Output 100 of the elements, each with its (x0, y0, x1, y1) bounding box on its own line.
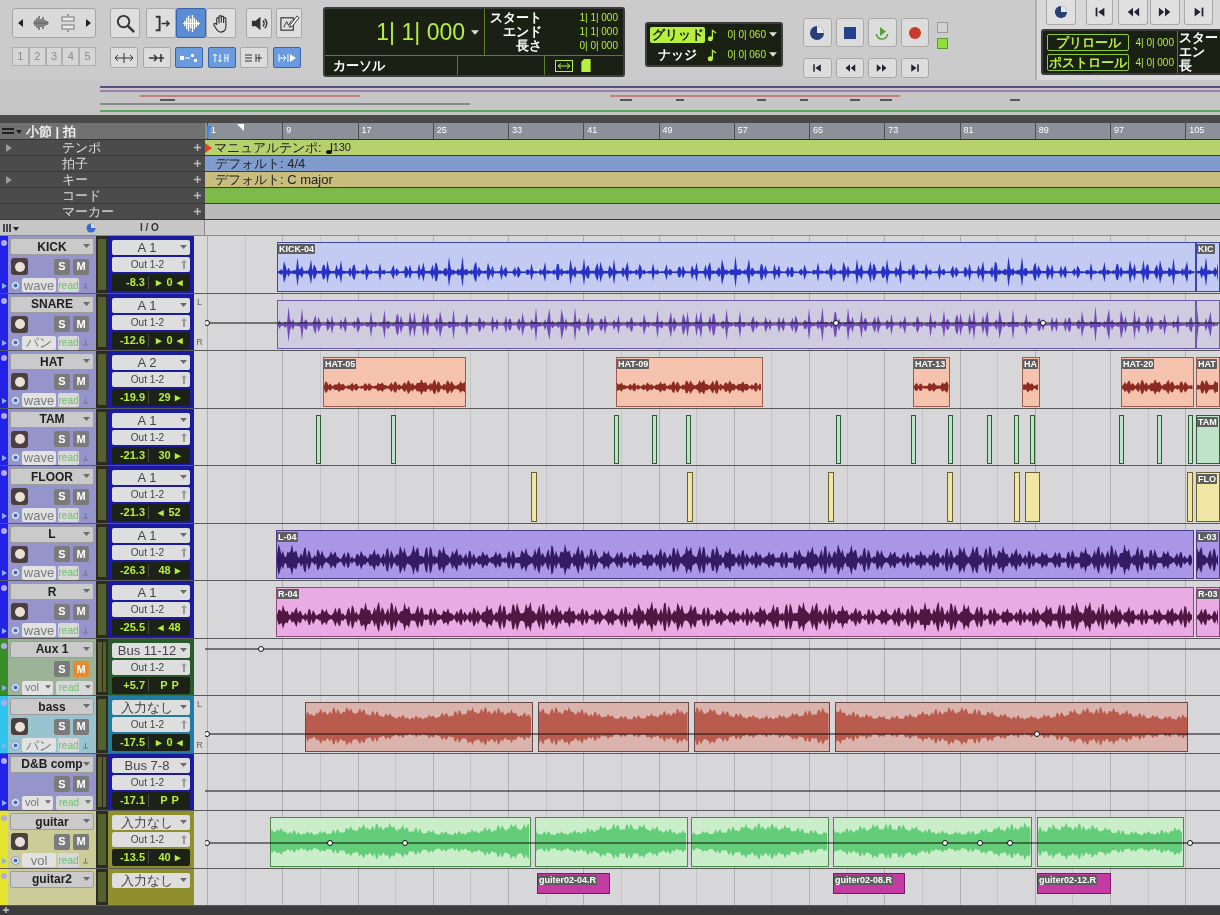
plus-icon[interactable] (194, 208, 201, 215)
toggle-button[interactable] (272, 47, 301, 68)
record-button[interactable] (900, 18, 929, 47)
input-selector[interactable]: 入力なし (112, 815, 190, 830)
trim-tool-button[interactable] (146, 8, 176, 38)
audio-clip[interactable]: FLO (1196, 472, 1220, 522)
track-name-button[interactable]: HAT (10, 353, 94, 370)
plus-icon[interactable] (194, 160, 201, 167)
record-enable-button[interactable] (11, 315, 28, 333)
audio-clip[interactable]: HAT-05 (323, 357, 466, 407)
output-selector[interactable]: Out 1-2 (112, 659, 190, 675)
breakpoint-icon[interactable] (1007, 840, 1013, 846)
breakpoint-icon[interactable] (205, 840, 210, 846)
go-to-end-button[interactable] (1184, 0, 1213, 25)
breakpoint-icon[interactable] (977, 840, 983, 846)
mute-button[interactable]: M (73, 603, 89, 620)
zoom-tool-button[interactable] (110, 8, 140, 38)
output-selector[interactable]: Out 1-2 (112, 832, 190, 847)
circle-icon[interactable] (11, 568, 20, 578)
breakpoint-icon[interactable] (327, 840, 333, 846)
input-selector[interactable]: A 1 (112, 297, 190, 313)
expand-triangle-icon[interactable] (1, 455, 7, 461)
circle-icon[interactable] (1, 355, 7, 361)
output-selector[interactable]: Out 1-2 (112, 602, 190, 617)
circle-icon[interactable] (1, 470, 7, 476)
nudge-mode-button[interactable]: ナッジ (650, 46, 705, 63)
audio-clip[interactable] (1030, 414, 1035, 464)
input-selector[interactable]: A 1 (112, 470, 190, 485)
audio-clip[interactable] (687, 472, 693, 522)
input-selector[interactable]: 入力なし (112, 872, 190, 888)
automation-view-button[interactable]: wave (22, 565, 56, 580)
automation-view-button[interactable]: wave (22, 450, 56, 465)
end-marker-icon[interactable] (237, 124, 244, 131)
audio-clip[interactable]: R-04 (276, 587, 1194, 637)
circle-icon[interactable] (1, 297, 7, 304)
track-name-button[interactable]: KICK (10, 238, 94, 255)
audio-clip[interactable] (1119, 414, 1124, 464)
audio-clip[interactable] (614, 414, 619, 464)
solo-button[interactable]: S (54, 431, 70, 448)
fast-forward-button[interactable] (1150, 0, 1180, 25)
audio-clip[interactable]: HA (1022, 357, 1040, 407)
audio-clip[interactable]: guiter02-12.R (1037, 872, 1111, 894)
circle-icon[interactable] (11, 395, 20, 405)
input-selector[interactable]: A 1 (112, 240, 190, 255)
solo-button[interactable]: S (54, 258, 70, 275)
mute-button[interactable]: M (73, 431, 89, 448)
breakpoint-icon[interactable] (1040, 319, 1046, 326)
record-enable-button[interactable] (11, 603, 28, 621)
circle-icon[interactable] (1, 585, 7, 591)
track-name-button[interactable]: L (10, 525, 94, 543)
audio-clip[interactable] (1196, 299, 1220, 349)
track-name-button[interactable]: Aux 1 (10, 640, 94, 658)
columns-menu-icon[interactable] (3, 222, 19, 233)
selector-tool-button[interactable] (176, 8, 206, 38)
output-selector[interactable]: Out 1-2 (112, 717, 190, 732)
expand-triangle-icon[interactable] (1, 512, 7, 519)
mute-button[interactable]: M (73, 488, 89, 505)
audio-clip[interactable] (1187, 472, 1193, 522)
solo-button[interactable]: S (54, 488, 70, 505)
expand-triangle-icon[interactable] (1, 800, 7, 806)
go-to-start-button[interactable] (1086, 0, 1113, 25)
circle-icon[interactable] (11, 510, 20, 520)
track-name-button[interactable]: guitar (10, 813, 94, 830)
output-selector[interactable]: Out 1-2 (112, 372, 190, 387)
audio-clip[interactable] (948, 414, 953, 464)
breakpoint-icon[interactable] (205, 319, 210, 326)
solo-button[interactable]: S (54, 776, 70, 793)
plus-icon[interactable] (194, 192, 201, 199)
plus-icon[interactable] (3, 907, 9, 914)
solo-button[interactable]: S (54, 546, 70, 563)
record-enable-button[interactable] (11, 545, 28, 563)
automation-view-button[interactable]: wave (22, 508, 56, 523)
toggle-button[interactable] (110, 47, 138, 68)
audio-clip[interactable]: R-03 (1196, 587, 1220, 637)
expand-triangle-icon[interactable] (1, 627, 7, 634)
automation-view-button[interactable]: wave (22, 278, 56, 293)
circle-icon[interactable] (1, 412, 7, 419)
circle-icon[interactable] (11, 798, 20, 808)
rewind-button[interactable] (835, 58, 864, 78)
toggle-button[interactable] (240, 47, 269, 68)
circle-icon[interactable] (1, 527, 7, 534)
caret-icon[interactable] (471, 29, 479, 35)
record-enable-button[interactable] (11, 718, 28, 736)
record-enable-button[interactable] (11, 373, 28, 391)
output-selector[interactable]: Out 1-2 (112, 314, 190, 330)
audio-clip[interactable] (836, 414, 841, 464)
output-selector[interactable]: Out 1-2 (112, 257, 190, 272)
audio-clip[interactable]: HAT-20 (1121, 357, 1194, 407)
expand-triangle-icon[interactable] (6, 175, 12, 184)
postroll-button[interactable]: ポストロール (1047, 53, 1129, 71)
audio-clip[interactable]: guiter02-04.R (537, 872, 610, 894)
breakpoint-icon[interactable] (1034, 731, 1040, 737)
track-name-button[interactable]: guitar2 (10, 870, 94, 888)
record-enable-button[interactable] (11, 488, 28, 506)
solo-button[interactable]: S (54, 316, 70, 333)
automation-view-button[interactable]: パン (22, 335, 56, 350)
track-name-button[interactable]: FLOOR (10, 468, 94, 485)
track-name-button[interactable]: bass (10, 698, 94, 715)
audio-clip[interactable] (316, 414, 321, 464)
plus-icon[interactable] (194, 176, 201, 183)
